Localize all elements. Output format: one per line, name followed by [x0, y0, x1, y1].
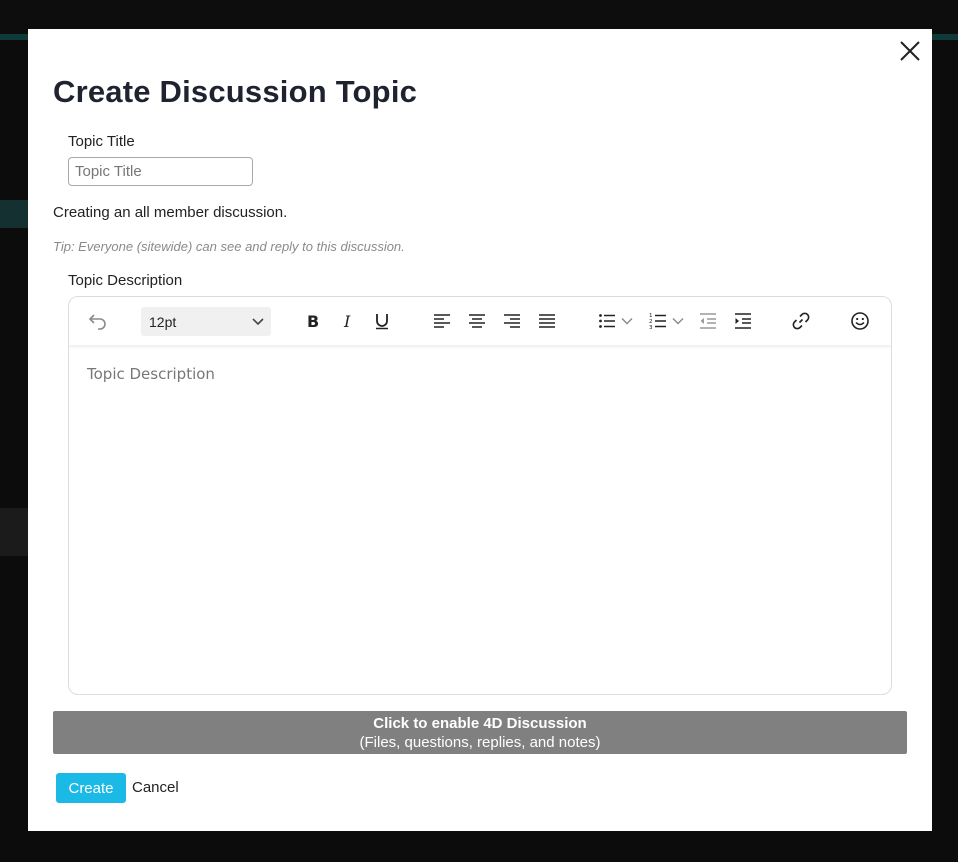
svg-text:B: B: [307, 312, 319, 330]
topic-description-label: Topic Description: [68, 272, 183, 289]
cancel-button[interactable]: Cancel: [132, 779, 179, 796]
discussion-scope-text: Creating an all member discussion.: [53, 204, 288, 221]
editor-toolbar: 12pt B I 1 2 3: [69, 297, 891, 345]
svg-text:3: 3: [649, 325, 653, 330]
close-icon[interactable]: [898, 39, 922, 63]
bullet-list-dropdown-icon[interactable]: [620, 309, 634, 333]
outdent-icon[interactable]: [696, 309, 720, 333]
topic-title-input[interactable]: [68, 157, 253, 186]
align-right-icon[interactable]: [500, 309, 524, 333]
chevron-down-icon: [252, 318, 264, 326]
bullet-list-icon[interactable]: [595, 309, 619, 333]
create-button[interactable]: Create: [56, 773, 126, 803]
align-justify-icon[interactable]: [535, 309, 559, 333]
bold-icon[interactable]: B: [301, 309, 325, 333]
align-center-icon[interactable]: [465, 309, 489, 333]
rich-text-editor: 12pt B I 1 2 3 Topic Description: [68, 296, 892, 695]
topic-title-label: Topic Title: [68, 133, 135, 150]
font-size-value: 12pt: [149, 313, 177, 330]
indent-icon[interactable]: [731, 309, 755, 333]
italic-icon[interactable]: I: [336, 309, 360, 333]
undo-icon[interactable]: [86, 309, 110, 333]
font-size-select[interactable]: 12pt: [141, 307, 271, 336]
modal-title: Create Discussion Topic: [53, 74, 418, 109]
enable-4d-discussion-button[interactable]: Click to enable 4D Discussion (Files, qu…: [53, 711, 907, 754]
enable-4d-title: Click to enable 4D Discussion: [373, 715, 587, 732]
link-icon[interactable]: [789, 309, 813, 333]
underline-icon[interactable]: [370, 309, 394, 333]
topic-description-placeholder: Topic Description: [87, 365, 215, 383]
background-block: [0, 508, 28, 556]
numbered-list-dropdown-icon[interactable]: [671, 309, 685, 333]
enable-4d-subtitle: (Files, questions, replies, and notes): [359, 734, 601, 751]
align-left-icon[interactable]: [430, 309, 454, 333]
topic-description-editor[interactable]: Topic Description: [69, 345, 891, 694]
svg-text:I: I: [343, 312, 351, 330]
tip-text: Tip: Everyone (sitewide) can see and rep…: [53, 239, 405, 254]
emoji-icon[interactable]: [848, 309, 872, 333]
background-block: [0, 200, 28, 228]
create-discussion-modal: Create Discussion Topic Topic Title Crea…: [28, 29, 932, 831]
numbered-list-icon[interactable]: 123: [646, 309, 670, 333]
